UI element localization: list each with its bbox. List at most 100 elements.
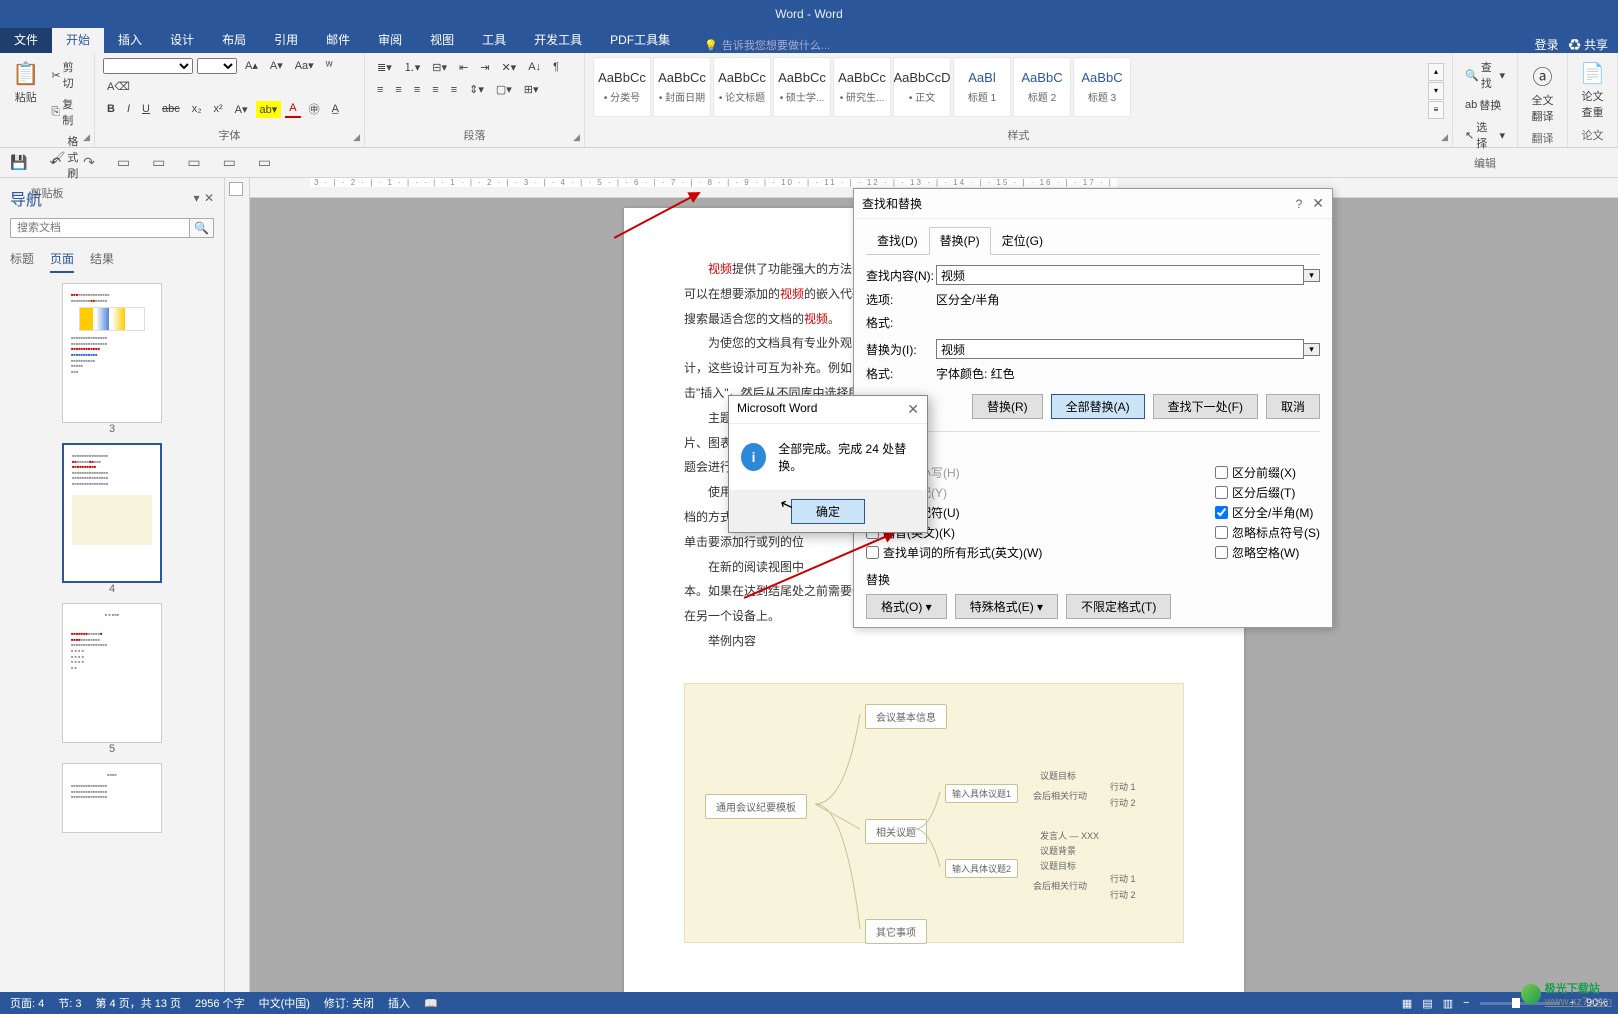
style-item[interactable]: AaBbCcD• 正文 bbox=[893, 57, 951, 117]
dialog-tab-find[interactable]: 查找(D) bbox=[866, 227, 929, 254]
style-item[interactable]: AaBbCc• 硕士学... bbox=[773, 57, 831, 117]
cancel-button[interactable]: 取消 bbox=[1266, 394, 1320, 419]
line-spacing-button[interactable]: ⇕▾ bbox=[465, 81, 488, 98]
replace-with-input[interactable] bbox=[936, 339, 1304, 359]
nav-tab-pages[interactable]: 页面 bbox=[50, 246, 74, 273]
qat-button[interactable]: ▭ bbox=[223, 154, 236, 171]
style-item[interactable]: AaBbC标题 3 bbox=[1073, 57, 1131, 117]
new-button[interactable]: ▭ bbox=[117, 154, 130, 171]
replace-button[interactable]: ab替换 bbox=[1461, 95, 1509, 115]
dialog-tab-replace[interactable]: 替换(P) bbox=[929, 227, 991, 255]
page-thumb[interactable]: ■■■■■■■■■■■■■■■■■■■■■■■■■■■■■■■■■■■■■■■■… bbox=[62, 443, 162, 583]
subscript-button[interactable]: x₂ bbox=[188, 101, 206, 117]
style-scroll-up[interactable]: ▴ bbox=[1428, 63, 1444, 81]
style-item[interactable]: AaBl标题 1 bbox=[953, 57, 1011, 117]
view-print-icon[interactable]: ▤ bbox=[1422, 997, 1432, 1010]
tab-view[interactable]: 视图 bbox=[416, 26, 468, 53]
align-left-button[interactable]: ≡ bbox=[373, 82, 387, 98]
chk-punct[interactable] bbox=[1215, 526, 1228, 539]
special-format-button[interactable]: 特殊格式(E) ▾ bbox=[955, 594, 1058, 619]
sort-button[interactable]: A↓ bbox=[524, 59, 545, 75]
format-painter-button[interactable]: 🖌格式刷 bbox=[47, 131, 86, 183]
tab-home[interactable]: 开始 bbox=[52, 26, 104, 53]
chk-forms[interactable] bbox=[866, 546, 879, 559]
status-page-of[interactable]: 第 4 页，共 13 页 bbox=[95, 995, 181, 1011]
enclose-button[interactable]: ㊥ bbox=[305, 99, 324, 119]
replace-button[interactable]: 替换(R) bbox=[972, 394, 1043, 419]
nav-dropdown-icon[interactable]: ▾ bbox=[193, 191, 199, 205]
translate-button[interactable]: ⓐ 全文翻译 bbox=[1526, 57, 1559, 128]
qat-button[interactable]: ▭ bbox=[258, 154, 271, 171]
find-what-input[interactable] bbox=[936, 265, 1304, 285]
zoom-out-icon[interactable]: − bbox=[1463, 997, 1469, 1009]
phonetic-button[interactable]: ᵂ bbox=[322, 58, 337, 74]
shrink-font-button[interactable]: A▾ bbox=[266, 57, 287, 74]
paste-button[interactable]: 📋 粘贴 bbox=[8, 57, 43, 183]
bullets-button[interactable]: ≣▾ bbox=[373, 59, 396, 76]
login-link[interactable]: 登录 bbox=[1535, 36, 1559, 53]
tell-me-box[interactable]: 💡告诉我您想要做什么... bbox=[684, 37, 1534, 53]
nav-search-button[interactable]: 🔍 bbox=[190, 218, 214, 238]
dropdown-icon[interactable]: ▾ bbox=[1304, 343, 1320, 356]
find-next-button[interactable]: 查找下一处(F) bbox=[1153, 394, 1258, 419]
tab-selector[interactable] bbox=[229, 182, 243, 196]
style-item[interactable]: AaBbC标题 2 bbox=[1013, 57, 1071, 117]
status-words[interactable]: 2956 个字 bbox=[195, 995, 245, 1011]
view-read-icon[interactable]: ▦ bbox=[1402, 997, 1412, 1010]
chk-space[interactable] bbox=[1215, 546, 1228, 559]
bold-button[interactable]: B bbox=[103, 101, 119, 117]
style-scroll-down[interactable]: ▾ bbox=[1428, 82, 1444, 100]
dialog-tab-goto[interactable]: 定位(G) bbox=[991, 227, 1054, 254]
underline-button[interactable]: U bbox=[138, 101, 154, 117]
italic-button[interactable]: I bbox=[123, 101, 134, 117]
view-web-icon[interactable]: ▥ bbox=[1443, 997, 1453, 1010]
close-icon[interactable]: ✕ bbox=[907, 401, 919, 418]
status-lang[interactable]: 中文(中国) bbox=[259, 995, 310, 1011]
chk-prefix[interactable] bbox=[1215, 466, 1228, 479]
superscript-button[interactable]: x² bbox=[210, 101, 227, 117]
tab-review[interactable]: 审阅 bbox=[364, 26, 416, 53]
shading-button[interactable]: ▢▾ bbox=[492, 81, 516, 98]
border-button[interactable]: A̲ bbox=[328, 101, 343, 117]
status-section[interactable]: 节: 3 bbox=[58, 995, 81, 1011]
font-color-button[interactable]: A bbox=[285, 100, 300, 118]
tab-file[interactable]: 文件 bbox=[0, 26, 52, 53]
text-effects-button[interactable]: A▾ bbox=[231, 101, 252, 118]
page-thumb[interactable]: ■ ■ ■■■ ■■■■■■■■■■■■■■■■■■■■■■■■■■■■■■■■… bbox=[62, 603, 162, 743]
status-extra[interactable]: 📖 bbox=[424, 997, 438, 1010]
change-case-button[interactable]: Aa▾ bbox=[291, 57, 318, 74]
copy-button[interactable]: ⎘复制 bbox=[47, 94, 86, 130]
numbering-button[interactable]: ⒈▾ bbox=[400, 57, 425, 77]
qat-button[interactable]: ▭ bbox=[187, 154, 200, 171]
align-right-button[interactable]: ≡ bbox=[410, 82, 424, 98]
no-format-button[interactable]: 不限定格式(T) bbox=[1066, 594, 1171, 619]
style-item[interactable]: AaBbCc• 论文标题 bbox=[713, 57, 771, 117]
dialog-launcher-icon[interactable]: ◢ bbox=[353, 132, 360, 143]
tab-pdf[interactable]: PDF工具集 bbox=[596, 26, 684, 53]
font-family-select[interactable] bbox=[103, 58, 193, 74]
nav-search-input[interactable] bbox=[10, 218, 190, 238]
help-icon[interactable]: ? bbox=[1296, 197, 1303, 211]
share-button[interactable]: ♻ 共享 bbox=[1569, 36, 1608, 53]
align-center-button[interactable]: ≡ bbox=[391, 82, 405, 98]
close-icon[interactable]: ✕ bbox=[204, 191, 214, 205]
qat-button[interactable]: ▭ bbox=[152, 154, 165, 171]
text-direction-button[interactable]: ✕▾ bbox=[497, 59, 520, 76]
select-button[interactable]: ↖选择 ▾ bbox=[1461, 117, 1509, 153]
style-item[interactable]: AaBbCc• 封面日期 bbox=[653, 57, 711, 117]
close-icon[interactable]: ✕ bbox=[1312, 195, 1324, 211]
font-size-select[interactable] bbox=[197, 58, 237, 74]
grow-font-button[interactable]: A▴ bbox=[241, 57, 262, 74]
style-expand[interactable]: ≡ bbox=[1428, 101, 1444, 119]
tab-developer[interactable]: 开发工具 bbox=[520, 26, 596, 53]
status-insert[interactable]: 插入 bbox=[388, 995, 410, 1011]
chk-suffix[interactable] bbox=[1215, 486, 1228, 499]
nav-tab-headings[interactable]: 标题 bbox=[10, 246, 34, 273]
justify-button[interactable]: ≡ bbox=[428, 82, 442, 98]
highlight-button[interactable]: ab▾ bbox=[256, 101, 282, 118]
format-button[interactable]: 格式(O) ▾ bbox=[866, 594, 947, 619]
dropdown-icon[interactable]: ▾ bbox=[1304, 269, 1320, 282]
tab-design[interactable]: 设计 bbox=[156, 26, 208, 53]
page-thumb[interactable]: ■■■■■■■■■■■■■■■■■■■■■■■■■■■■■■■ ■■■■■■■■… bbox=[62, 283, 162, 423]
style-item[interactable]: AaBbCc• 研究生... bbox=[833, 57, 891, 117]
